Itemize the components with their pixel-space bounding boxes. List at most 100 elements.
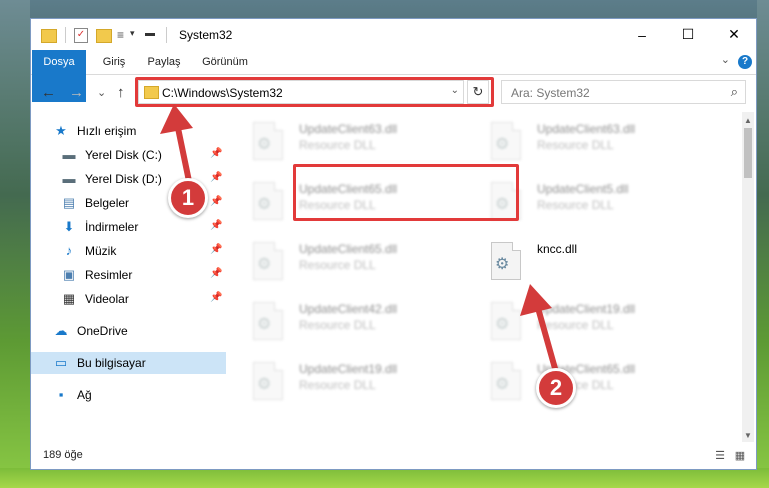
sidebar-item-label: Müzik	[85, 244, 117, 258]
sidebar-item-label: Bu bilgisayar	[77, 356, 146, 370]
sidebar-item-label: Yerel Disk (C:)	[85, 148, 162, 162]
file-name: UpdateClient63.dll	[537, 122, 636, 136]
pin-toolbar-icon[interactable]: ▬	[145, 28, 155, 44]
tab-view[interactable]: Görünüm	[193, 50, 257, 74]
dll-file-icon: ⚙	[491, 302, 521, 340]
forward-icon[interactable]: →	[69, 84, 84, 101]
sidebar-item-downloads[interactable]: ⬇ İndirmeler 📌	[31, 216, 226, 238]
dll-file-icon: ⚙	[253, 182, 283, 220]
dll-file-icon: ⚙	[253, 362, 283, 400]
scroll-down-icon[interactable]: ▼	[742, 431, 754, 440]
download-icon: ⬇	[63, 219, 75, 234]
file-item[interactable]: ⚙ UpdateClient19.dll Resource DLL	[227, 356, 457, 408]
minimize-button[interactable]: –	[619, 19, 665, 50]
address-highlight-box	[135, 77, 494, 107]
close-button[interactable]: ✕	[711, 19, 757, 50]
ribbon-collapse-icon[interactable]: ⌄	[721, 53, 730, 66]
customize-icon[interactable]: ≡	[117, 27, 129, 43]
dll-file-icon: ⚙	[253, 122, 283, 160]
search-placeholder: Ara: System32	[511, 86, 590, 100]
sidebar-item-network[interactable]: ▪ Ağ	[31, 384, 226, 406]
item-count: 189 öğe	[43, 449, 83, 461]
sidebar-item-quick-access[interactable]: ★ Hızlı erişim	[31, 120, 226, 142]
sidebar-item-music[interactable]: ♪ Müzik 📌	[31, 240, 226, 262]
file-name: UpdateClient5.dll	[537, 182, 629, 196]
file-item[interactable]: ⚙ UpdateClient42.dll Resource DLL	[227, 296, 457, 348]
status-bar: 189 öğe ☰ ▦	[31, 444, 756, 469]
details-view-icon[interactable]: ☰	[713, 449, 727, 463]
star-icon: ★	[55, 123, 67, 138]
toolbar-divider	[166, 27, 167, 43]
cloud-icon: ☁	[54, 323, 68, 338]
sidebar-item-label: Resimler	[85, 268, 133, 282]
pin-icon[interactable]: 📌	[210, 244, 222, 255]
desktop-background-bottom	[0, 468, 769, 488]
new-folder-icon[interactable]	[96, 29, 112, 43]
sidebar-item-onedrive[interactable]: ☁ OneDrive	[31, 320, 226, 342]
search-icon[interactable]: ⌕	[731, 84, 738, 100]
properties-icon[interactable]: ✓	[74, 28, 88, 43]
sidebar-item-videos[interactable]: ▦ Videolar 📌	[31, 288, 226, 310]
vertical-scrollbar[interactable]: ▲ ▼	[742, 112, 754, 442]
recent-locations-icon[interactable]: ⌄	[97, 86, 106, 99]
up-icon[interactable]: ↑	[117, 84, 125, 101]
pin-icon[interactable]: 📌	[210, 292, 222, 303]
pin-icon[interactable]: 📌	[210, 220, 222, 231]
gear-icon: ⚙	[495, 316, 510, 333]
computer-icon: ▭	[54, 355, 68, 370]
ribbon-tabs: Dosya Giriş Paylaş Görünüm ⌄ ?	[31, 50, 756, 102]
chevron-down-icon[interactable]: ▾	[130, 28, 135, 44]
scroll-up-icon[interactable]: ▲	[742, 116, 754, 125]
file-item-kncc-dll[interactable]: ⚙ kncc.dll	[465, 236, 695, 288]
file-description: Resource DLL	[537, 138, 614, 152]
file-name: UpdateClient19.dll	[537, 302, 636, 316]
file-name: UpdateClient65.dll	[299, 242, 398, 256]
video-icon: ▦	[62, 291, 76, 306]
file-highlight-box	[293, 164, 519, 221]
file-item[interactable]: ⚙ UpdateClient19.dll Resource DLL	[465, 296, 695, 348]
help-icon[interactable]: ?	[738, 55, 752, 69]
pin-icon[interactable]: 📌	[210, 172, 222, 183]
gear-icon: ⚙	[257, 136, 272, 153]
pictures-icon: ▣	[62, 267, 76, 282]
window-title: System32	[179, 28, 233, 42]
tab-home[interactable]: Giriş	[91, 50, 137, 74]
file-item[interactable]: ⚙ UpdateClient65.dll Resource DLL	[465, 356, 695, 408]
file-description: Resource DLL	[299, 258, 376, 272]
search-input[interactable]: Ara: System32 ⌕	[501, 80, 746, 104]
file-name: UpdateClient63.dll	[299, 122, 398, 136]
desktop-background-left	[0, 0, 30, 488]
gear-icon: ⚙	[257, 316, 272, 333]
maximize-button[interactable]: ☐	[665, 19, 711, 50]
sidebar-item-pictures[interactable]: ▣ Resimler 📌	[31, 264, 226, 286]
pin-icon[interactable]: 📌	[210, 196, 222, 207]
scroll-thumb[interactable]	[744, 128, 752, 178]
sidebar-item-label: Belgeler	[85, 196, 130, 210]
sidebar-item-local-disk-c[interactable]: ▬ Yerel Disk (C:) 📌	[31, 144, 226, 166]
navigation-pane: ★ Hızlı erişim ▬ Yerel Disk (C:) 📌 ▬ Yer…	[31, 112, 226, 442]
sidebar-item-label: Ağ	[77, 388, 92, 402]
dll-file-icon: ⚙	[491, 242, 521, 280]
gear-icon: ⚙	[495, 136, 510, 153]
sidebar-item-label: İndirmeler	[85, 220, 139, 234]
drive-icon: ▬	[62, 171, 76, 186]
gear-icon: ⚙	[495, 376, 510, 393]
file-item[interactable]: ⚙ UpdateClient63.dll Resource DLL	[465, 116, 695, 168]
dll-file-icon: ⚙	[253, 302, 283, 340]
file-description: Resource DLL	[299, 378, 376, 392]
pin-icon[interactable]: 📌	[210, 148, 222, 159]
tab-share[interactable]: Paylaş	[139, 50, 189, 74]
file-description: Resource DLL	[537, 318, 614, 332]
gear-icon: ⚙	[257, 196, 272, 213]
file-item[interactable]: ⚙ UpdateClient65.dll Resource DLL	[227, 236, 457, 288]
file-item[interactable]: ⚙ UpdateClient63.dll Resource DLL	[227, 116, 457, 168]
pin-icon[interactable]: 📌	[210, 268, 222, 279]
file-description: Resource DLL	[299, 318, 376, 332]
gear-icon: ⚙	[257, 256, 272, 273]
sidebar-item-label: OneDrive	[77, 324, 128, 338]
tiles-view-icon[interactable]: ▦	[733, 449, 747, 463]
back-icon[interactable]: ←	[41, 84, 56, 101]
sidebar-item-this-pc[interactable]: ▭ Bu bilgisayar	[31, 352, 226, 374]
folder-icon	[41, 29, 57, 43]
callout-badge-1: 1	[168, 178, 208, 218]
